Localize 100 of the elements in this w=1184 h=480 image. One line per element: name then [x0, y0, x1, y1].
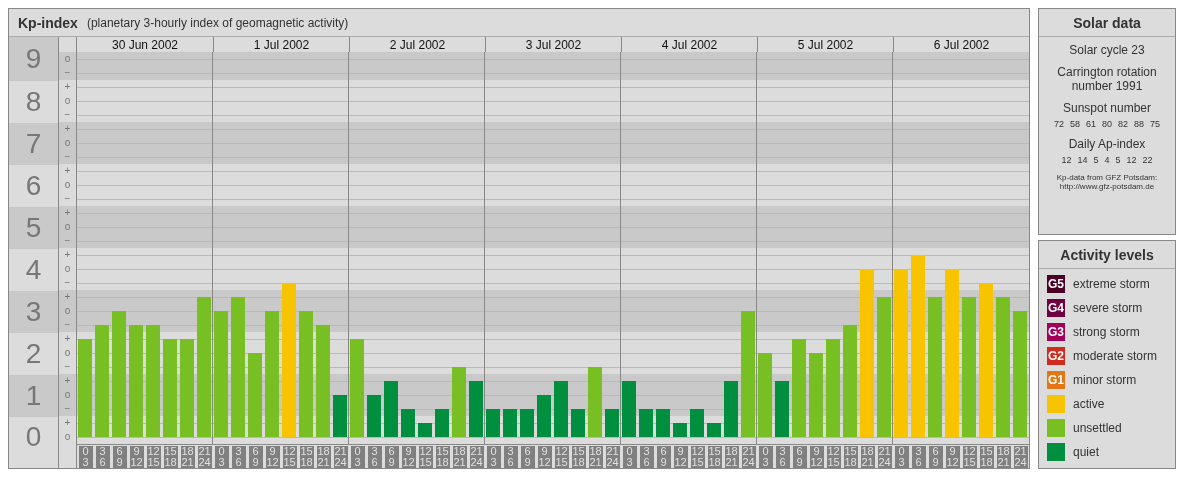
kp-subdivision-mark: +: [64, 376, 71, 386]
hour-range-label: 0 3: [78, 446, 93, 468]
panel-title: Activity levels: [1039, 241, 1175, 269]
ap-index-value: 5: [1093, 155, 1099, 165]
hour-range-label: 15 18: [707, 446, 722, 468]
hour-range-label: 15 18: [435, 446, 450, 468]
kp-level-label: 2: [25, 340, 42, 368]
storm-scale-badge: G5: [1047, 275, 1065, 293]
hour-range-label: 18 21: [316, 446, 331, 468]
kp-bar: [452, 367, 466, 437]
ap-index-value: 12: [1061, 155, 1072, 165]
storm-scale-badge: G1: [1047, 371, 1065, 389]
kp-subdivision-mark: +: [64, 250, 71, 260]
kp-bar: [673, 423, 687, 437]
date-label: 30 Jun 2002: [111, 37, 179, 52]
kp-subdivision-mark: o: [64, 96, 71, 106]
sunspot-value: 80: [1102, 119, 1112, 129]
ap-index-value: 14: [1077, 155, 1088, 165]
kp-level-label: 1: [25, 382, 42, 410]
hour-range-label: 15 18: [843, 446, 858, 468]
kp-bar: [724, 381, 738, 437]
storm-scale-badge: G2: [1047, 347, 1065, 365]
date-label: 6 Jul 2002: [933, 37, 990, 52]
kp-bar: [571, 409, 585, 437]
sunspot-heading: Sunspot number: [1062, 101, 1152, 115]
hour-range-label: 12 15: [282, 446, 297, 468]
kp-bar: [418, 423, 432, 437]
hour-range-label: 21 24: [877, 446, 892, 468]
hour-range-label: 18 21: [996, 446, 1011, 468]
data-source-text: Kp-data from GFZ Potsdam: http://www.gfz-potsdam.de: [1055, 173, 1159, 191]
kp-subdivision-mark: −: [64, 194, 71, 204]
legend-label: quiet: [1073, 445, 1100, 459]
hour-range-label: 3 6: [231, 446, 246, 468]
kp-subdivision-mark: −: [64, 152, 71, 162]
kp-level-label: 4: [25, 256, 42, 284]
kp-bar: [367, 395, 381, 437]
kp-subdivision-mark: +: [64, 418, 71, 428]
hour-range-label: 9 12: [401, 446, 416, 468]
hour-range-label: 3 6: [639, 446, 654, 468]
kp-level-label: 5: [25, 214, 42, 242]
hour-range-label: 21 24: [1013, 446, 1028, 468]
legend-label: extreme storm: [1073, 277, 1150, 291]
hour-range-label: 3 6: [775, 446, 790, 468]
sunspot-value: 61: [1085, 119, 1096, 129]
kp-level-label: 8: [25, 88, 42, 116]
date-label: 3 Jul 2002: [525, 37, 582, 52]
hour-range-label: 18 21: [452, 446, 467, 468]
kp-subdivision-mark: o: [64, 306, 71, 316]
hour-range-label: 12 15: [962, 446, 977, 468]
kp-subdivision-mark: −: [64, 110, 71, 120]
hour-range-label: 9 12: [673, 446, 688, 468]
hour-range-label: 12 15: [554, 446, 569, 468]
hour-range-label: 18 21: [588, 446, 603, 468]
hour-range-label: 6 9: [928, 446, 943, 468]
hour-range-label: 15 18: [163, 446, 178, 468]
legend-label: unsettled: [1073, 421, 1122, 435]
ap-index-value: 5: [1115, 155, 1121, 165]
hour-range-label: 6 9: [792, 446, 807, 468]
hour-range-label: 15 18: [979, 446, 994, 468]
hour-range-label: 21 24: [197, 446, 212, 468]
kp-bar: [537, 395, 551, 437]
hour-range-label: 12 15: [690, 446, 705, 468]
kp-subdivision-mark: +: [64, 334, 71, 344]
kp-bar: [384, 381, 398, 437]
kp-level-label: 0: [25, 423, 42, 451]
kp-subdivision-mark: −: [64, 404, 71, 414]
kp-subdivision-mark: o: [64, 348, 71, 358]
kp-subdivision-mark: o: [64, 138, 71, 148]
solar-cycle-text: Solar cycle 23: [1069, 43, 1145, 57]
date-label: 2 Jul 2002: [389, 37, 446, 52]
hour-range-label: 9 12: [129, 446, 144, 468]
sunspot-value: 82: [1118, 119, 1128, 129]
kp-bar: [401, 409, 415, 437]
legend-label: severe storm: [1073, 301, 1143, 315]
kp-level-label: 6: [25, 172, 42, 200]
hour-range-label: 12 15: [826, 446, 841, 468]
ap-index-value: 12: [1126, 155, 1137, 165]
hour-range-label: 12 15: [418, 446, 433, 468]
ap-index-value: 4: [1104, 155, 1110, 165]
hour-range-label: 6 9: [520, 446, 535, 468]
kp-bar: [605, 409, 619, 437]
ap-index-value: 22: [1142, 155, 1153, 165]
hour-range-label: 3 6: [911, 446, 926, 468]
hour-range-label: 3 6: [367, 446, 382, 468]
kp-subdivision-mark: −: [64, 320, 71, 330]
kp-bar: [486, 409, 500, 437]
kp-subdivision-mark: o: [64, 222, 71, 232]
kp-level-label: 3: [25, 298, 42, 326]
hour-range-label: 12 15: [146, 446, 161, 468]
hour-range-label: 18 21: [724, 446, 739, 468]
hour-range-label: 9 12: [265, 446, 280, 468]
hour-range-label: 3 6: [503, 446, 518, 468]
kp-bar: [639, 409, 653, 437]
kp-level-label: 7: [25, 130, 42, 158]
sunspot-value: 58: [1069, 119, 1080, 129]
hour-range-label: 0 3: [486, 446, 501, 468]
date-label: 4 Jul 2002: [661, 37, 718, 52]
carrington-rotation-text: Carrington rotation number 1991: [1057, 65, 1157, 93]
kp-subdivision-mark: o: [64, 432, 71, 442]
kp-bar: [435, 409, 449, 437]
